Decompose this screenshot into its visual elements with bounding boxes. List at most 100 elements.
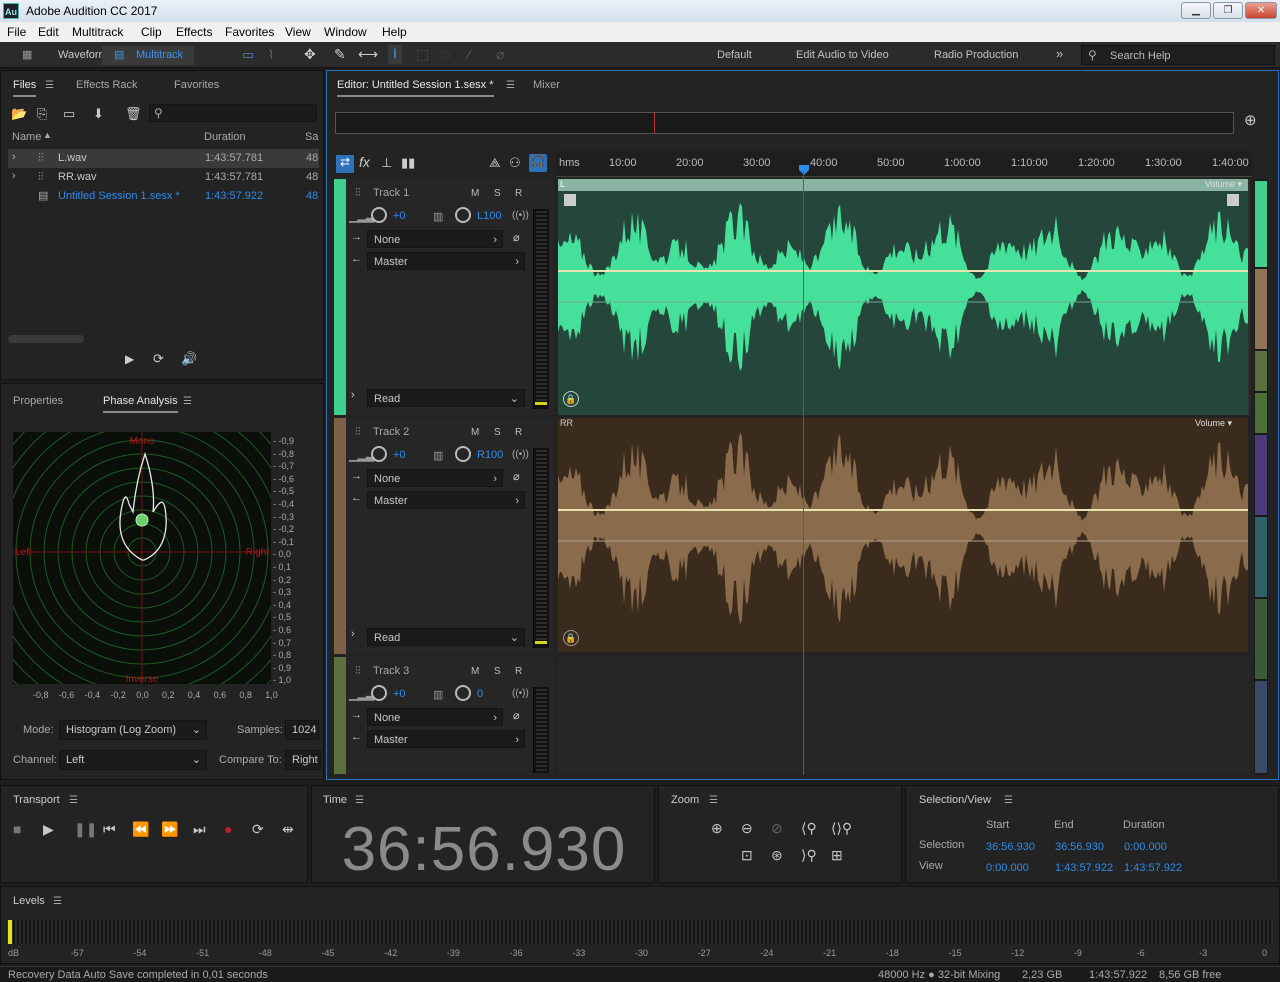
zoom-out-time-icon[interactable]: ⟨⟩⚲: [831, 820, 852, 837]
mode-dropdown[interactable]: Histogram (Log Zoom) ⌄: [59, 720, 207, 740]
track3-input-dropdown[interactable]: None ›: [367, 708, 503, 726]
samples-field[interactable]: 1024: [285, 720, 319, 740]
tab-files[interactable]: Files: [13, 79, 37, 97]
open-file-icon[interactable]: 📂: [11, 106, 27, 122]
skip-to-start-icon[interactable]: ⏮: [103, 821, 116, 838]
skip-selection-icon[interactable]: ⇹: [282, 821, 294, 838]
track1-pan-value[interactable]: L100: [477, 210, 501, 222]
files-scrollbar[interactable]: [8, 335, 84, 343]
tab-editor[interactable]: Editor: Untitled Session 1.sesx *: [337, 79, 494, 97]
selection-duration[interactable]: 0:00.000: [1124, 841, 1167, 853]
track2-volume-knob[interactable]: [371, 446, 387, 462]
track1-input-dropdown[interactable]: None ›: [367, 230, 503, 248]
play-preview-icon[interactable]: ▶: [125, 352, 134, 366]
track1-automation-dropdown[interactable]: Read ⌄: [367, 389, 525, 407]
more-workspaces-icon[interactable]: »: [1056, 46, 1063, 61]
zoom-reset-icon[interactable]: ⊘: [771, 820, 783, 837]
track1-arm[interactable]: R: [515, 188, 522, 199]
eq-icon[interactable]: ▮▮: [401, 155, 415, 171]
pitch-display-icon[interactable]: ⌇: [268, 47, 274, 63]
zoom-menu-icon[interactable]: ☰: [709, 795, 718, 806]
column-duration[interactable]: Duration: [204, 131, 246, 143]
skip-to-end-icon[interactable]: ⏭: [193, 821, 206, 838]
record-icon[interactable]: ⚇: [509, 155, 521, 171]
track3-pan-knob[interactable]: [455, 685, 471, 701]
track2-input-dropdown[interactable]: None ›: [367, 469, 503, 487]
track2-solo[interactable]: S: [494, 427, 501, 438]
delete-file-icon[interactable]: 🗑: [125, 106, 142, 122]
track1-clip-header[interactable]: L Volume ▾: [558, 179, 1248, 191]
razor-tool-icon[interactable]: ✎: [334, 46, 346, 63]
monitor-headphones-icon[interactable]: 🎧: [529, 154, 547, 172]
selection-start[interactable]: 36:56.930: [986, 841, 1035, 853]
metronome-icon[interactable]: ⟁: [489, 155, 501, 171]
loop-playback-icon[interactable]: ⟳: [252, 821, 264, 838]
close-button[interactable]: ✕: [1245, 2, 1277, 19]
lock-icon[interactable]: 🔒: [563, 391, 579, 407]
files-search-input[interactable]: ⚲: [149, 104, 317, 122]
menu-window[interactable]: Window: [324, 25, 367, 39]
polarity-icon[interactable]: ⌀: [513, 470, 520, 483]
workspace-edit-audio-to-video[interactable]: Edit Audio to Video: [796, 49, 889, 61]
fx-icon[interactable]: fx: [359, 154, 370, 170]
track3-mute[interactable]: M: [471, 666, 479, 677]
expand-icon[interactable]: ›: [12, 170, 16, 182]
lasso-tool-icon[interactable]: ◌: [442, 46, 450, 62]
column-name[interactable]: Name: [12, 131, 41, 143]
file-row[interactable]: › ⫶⫶ RR.wav 1:43:57.781 48: [8, 168, 319, 187]
workspace-radio-production[interactable]: Radio Production: [934, 49, 1018, 61]
rewind-icon[interactable]: ⏪: [132, 821, 149, 838]
polarity-icon[interactable]: ⌀: [513, 709, 520, 722]
vertical-scrollbar[interactable]: [1254, 179, 1268, 775]
track3-output-dropdown[interactable]: Master ›: [367, 730, 525, 748]
menu-favorites[interactable]: Favorites: [225, 25, 274, 39]
maximize-button[interactable]: ❐: [1213, 2, 1243, 19]
menu-view[interactable]: View: [285, 25, 311, 39]
track3-solo[interactable]: S: [494, 666, 501, 677]
multitrack-view-button[interactable]: ▤ Multitrack: [102, 46, 194, 65]
track3-pan-value[interactable]: 0: [477, 688, 483, 700]
tab-effects-rack[interactable]: Effects Rack: [76, 79, 138, 91]
show-inputs-outputs-icon[interactable]: ⇄: [336, 155, 354, 173]
tab-phase-analysis[interactable]: Phase Analysis: [103, 395, 178, 413]
lock-icon[interactable]: 🔒: [563, 630, 579, 646]
zoom-out-full-icon[interactable]: ⊡: [741, 847, 753, 864]
spectral-display-icon[interactable]: ▭: [242, 47, 254, 63]
pause-icon[interactable]: ❚❚: [74, 821, 97, 838]
fade-out-handle[interactable]: [1227, 194, 1239, 206]
transport-menu-icon[interactable]: ☰: [69, 795, 78, 806]
track2-volume-value[interactable]: +0: [393, 449, 406, 461]
track3-volume-knob[interactable]: [371, 685, 387, 701]
view-start[interactable]: 0:00.000: [986, 862, 1029, 874]
channel-dropdown[interactable]: Left ⌄: [59, 750, 207, 770]
minimize-button[interactable]: ▁: [1181, 2, 1211, 19]
zoom-selection-icon[interactable]: ⊛: [771, 847, 783, 864]
fade-in-handle[interactable]: [564, 194, 576, 206]
fast-forward-icon[interactable]: ⏩: [161, 821, 178, 838]
insert-into-multitrack-icon[interactable]: ⬇: [93, 106, 104, 122]
record-button-icon[interactable]: ●: [224, 821, 232, 837]
track2-pan-knob[interactable]: [455, 446, 471, 462]
track1-volume-value[interactable]: +0: [393, 210, 406, 222]
menu-file[interactable]: File: [7, 25, 26, 39]
track2-output-dropdown[interactable]: Master ›: [367, 491, 525, 509]
view-end[interactable]: 1:43:57.922: [1055, 862, 1113, 874]
menu-multitrack[interactable]: Multitrack: [72, 25, 123, 39]
track2-arm[interactable]: R: [515, 427, 522, 438]
track3-volume-value[interactable]: +0: [393, 688, 406, 700]
track2-automation-dropdown[interactable]: Read ⌄: [367, 628, 525, 646]
zoom-in-time-icon[interactable]: ⟨⚲: [801, 820, 817, 837]
import-file-icon[interactable]: ⎘: [37, 106, 47, 122]
track2-pan-value[interactable]: R100: [477, 449, 503, 461]
selection-end[interactable]: 36:56.930: [1055, 841, 1104, 853]
files-panel-menu-icon[interactable]: ☰: [45, 80, 54, 91]
menu-clip[interactable]: Clip: [141, 25, 162, 39]
track1-solo[interactable]: S: [494, 188, 501, 199]
menu-edit[interactable]: Edit: [38, 25, 59, 39]
search-help-input[interactable]: ⚲ Search Help: [1081, 45, 1275, 65]
time-menu-icon[interactable]: ☰: [355, 795, 364, 806]
track2-mute[interactable]: M: [471, 427, 479, 438]
loop-preview-icon[interactable]: ⟳: [153, 351, 164, 367]
zoom-in-amplitude-icon[interactable]: ⊕: [711, 820, 723, 837]
new-file-icon[interactable]: ▭: [63, 106, 75, 122]
